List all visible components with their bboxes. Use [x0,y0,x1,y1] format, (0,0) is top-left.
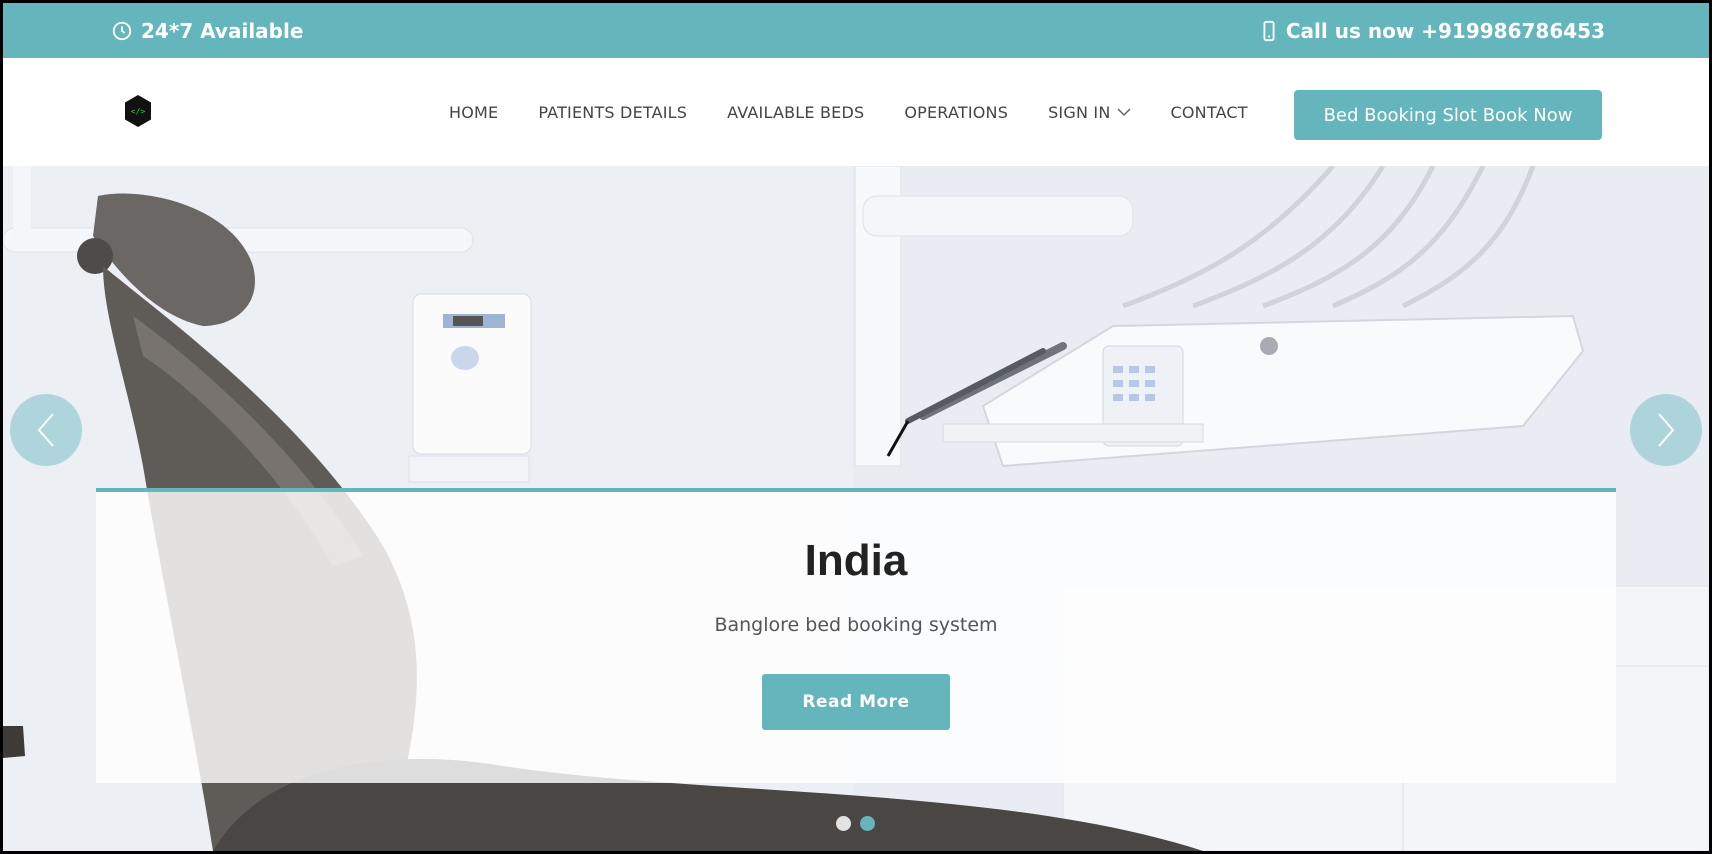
page-frame: 24*7 Available Call us now +919986786453… [3,3,1709,851]
availability-text: 24*7 Available [141,18,304,43]
nav-contact[interactable]: CONTACT [1171,103,1248,122]
nav-sign-in-label: SIGN IN [1048,102,1111,122]
nav-operations[interactable]: OPERATIONS [904,103,1008,122]
nav-home-label: HOME [449,102,499,122]
chevron-down-icon [1116,108,1131,117]
nav-patients-details[interactable]: PATIENTS DETAILS [538,103,687,122]
chevron-left-icon [37,413,54,447]
mobile-phone-icon [1263,20,1275,41]
chevron-right-icon [1658,413,1675,447]
availability-info: 24*7 Available [111,3,303,58]
slider-prev-button[interactable] [10,394,82,466]
top-info-bar: 24*7 Available Call us now +919986786453 [3,3,1709,58]
nav-available-beds[interactable]: AVAILABLE BEDS [727,103,864,122]
nav-contact-label: CONTACT [1170,102,1248,122]
hero-caption: India Banglore bed booking system Read M… [96,488,1616,783]
clock-icon [112,21,132,40]
slider-dot-1[interactable] [836,816,851,831]
slider-next-button[interactable] [1630,394,1702,466]
hero-title: India [804,536,908,585]
phone-text: Call us now +919986786453 [1285,18,1605,43]
bed-booking-button[interactable]: Bed Booking Slot Book Now [1294,90,1602,140]
nav-available-beds-label: AVAILABLE BEDS [727,102,865,122]
nav-sign-in-dropdown[interactable]: SIGN IN [1048,102,1131,122]
site-logo[interactable]: </> [123,94,153,128]
hero-subtitle: Banglore bed booking system [714,614,998,636]
nav-operations-label: OPERATIONS [904,102,1009,122]
phone-info[interactable]: Call us now +919986786453 [1260,3,1605,58]
svg-text:</>: </> [131,107,146,116]
slider-dot-2[interactable] [860,816,875,831]
site-header: </> HOME PATIENTS DETAILS AVAILABLE BEDS… [3,58,1709,166]
slider-pagination [836,816,884,831]
read-more-button[interactable]: Read More [762,674,950,730]
nav-home[interactable]: HOME [449,103,498,122]
main-nav: HOME PATIENTS DETAILS AVAILABLE BEDS OPE… [449,58,1288,166]
nav-patients-details-label: PATIENTS DETAILS [538,102,688,122]
hero-slider: India Banglore bed booking system Read M… [3,166,1709,851]
